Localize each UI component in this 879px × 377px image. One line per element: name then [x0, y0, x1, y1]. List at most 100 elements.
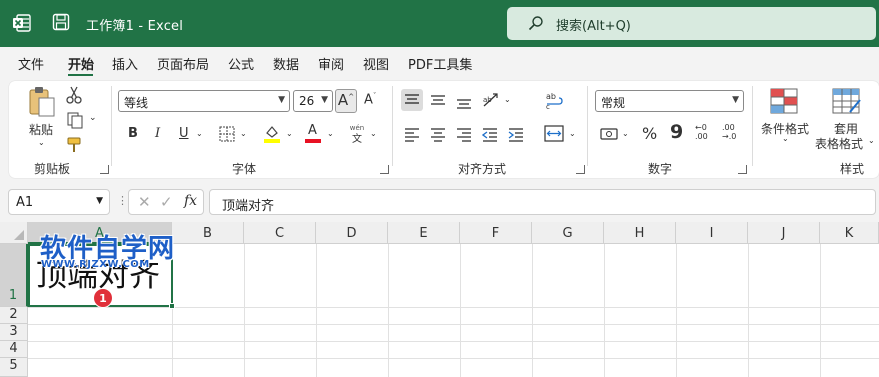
- column-header[interactable]: F: [460, 222, 532, 244]
- tab-page-layout[interactable]: 页面布局: [157, 54, 209, 73]
- column-header[interactable]: D: [316, 222, 388, 244]
- paste-label[interactable]: 粘贴: [29, 121, 53, 138]
- worksheet-grid[interactable]: A B C D E F G H I J K 1 2 3 4 5 顶端对齐 软件自…: [0, 222, 879, 377]
- column-header[interactable]: E: [388, 222, 460, 244]
- font-group-label: 字体: [232, 162, 257, 176]
- middle-align-icon[interactable]: [430, 92, 446, 108]
- bottom-align-icon[interactable]: [456, 94, 472, 110]
- align-right-icon[interactable]: [456, 126, 472, 142]
- underline-button[interactable]: U: [179, 126, 189, 141]
- accounting-format-icon[interactable]: [600, 126, 620, 142]
- column-header[interactable]: K: [820, 222, 879, 244]
- group-divider: [392, 86, 393, 166]
- alignment-launcher-icon[interactable]: [576, 165, 585, 174]
- row-header[interactable]: 3: [0, 324, 28, 341]
- column-header[interactable]: I: [676, 222, 748, 244]
- number-launcher-icon[interactable]: [738, 165, 747, 174]
- tab-review[interactable]: 审阅: [318, 54, 344, 73]
- font-color-dropdown-icon[interactable]: ⌄: [327, 129, 334, 138]
- fill-color-icon[interactable]: [263, 124, 281, 143]
- underline-dropdown-icon[interactable]: ⌄: [196, 129, 203, 138]
- borders-dropdown-icon[interactable]: ⌄: [240, 129, 247, 138]
- paste-dropdown-icon[interactable]: ⌄: [38, 138, 45, 147]
- percent-button[interactable]: %: [642, 124, 657, 143]
- tab-file[interactable]: 文件: [18, 54, 44, 73]
- column-header[interactable]: C: [244, 222, 316, 244]
- decrease-indent-icon[interactable]: [482, 126, 498, 142]
- orientation-icon[interactable]: ab: [482, 91, 500, 109]
- tab-insert[interactable]: 插入: [112, 54, 138, 73]
- formula-input[interactable]: 顶端对齐: [209, 189, 876, 215]
- step-badge: 1: [93, 288, 113, 308]
- align-left-icon[interactable]: [404, 126, 420, 142]
- select-all-button[interactable]: [0, 222, 28, 244]
- save-icon[interactable]: [52, 13, 70, 31]
- italic-button[interactable]: I: [155, 126, 160, 141]
- tab-view[interactable]: 视图: [363, 54, 389, 73]
- format-as-table-dropdown-icon[interactable]: ⌄: [868, 136, 875, 145]
- tab-home[interactable]: 开始: [68, 54, 94, 73]
- tab-data[interactable]: 数据: [273, 54, 299, 73]
- title-bar: 工作簿1 - Excel 搜索(Alt+Q): [0, 0, 879, 47]
- fill-color-dropdown-icon[interactable]: ⌄: [286, 129, 293, 138]
- orientation-dropdown-icon[interactable]: ⌄: [504, 95, 511, 104]
- clipboard-launcher-icon[interactable]: [100, 165, 109, 174]
- column-header[interactable]: J: [748, 222, 820, 244]
- wrap-text-icon[interactable]: ab c: [545, 90, 563, 110]
- row-header[interactable]: 2: [0, 307, 28, 324]
- borders-icon[interactable]: [219, 126, 235, 142]
- conditional-formatting-icon[interactable]: [770, 88, 798, 114]
- column-header[interactable]: H: [604, 222, 676, 244]
- alignment-group-label: 对齐方式: [458, 162, 507, 176]
- chevron-down-icon: ▼: [321, 95, 328, 105]
- phonetic-guide-icon[interactable]: wén 文: [349, 124, 365, 145]
- cancel-icon[interactable]: ✕: [138, 193, 151, 211]
- format-painter-icon[interactable]: [66, 136, 84, 154]
- top-align-icon[interactable]: [401, 89, 423, 111]
- align-center-icon[interactable]: [430, 126, 446, 142]
- enter-icon[interactable]: ✓: [160, 193, 173, 211]
- decrease-font-size-button[interactable]: Aˇ: [364, 92, 376, 107]
- comma-style-button[interactable]: 9: [670, 121, 683, 143]
- name-box[interactable]: A1 ▼: [8, 189, 110, 215]
- column-header[interactable]: B: [172, 222, 244, 244]
- fill-handle[interactable]: [169, 303, 175, 309]
- format-as-table-label-2[interactable]: 表格格式: [815, 135, 863, 152]
- accounting-dropdown-icon[interactable]: ⌄: [622, 129, 629, 138]
- watermark-url: WWW.RJZXW.COM: [41, 259, 150, 270]
- number-format-select[interactable]: 常规 ▼: [595, 90, 744, 112]
- increase-decimal-top: ←0: [695, 123, 707, 132]
- column-header[interactable]: G: [532, 222, 604, 244]
- conditional-formatting-dropdown-icon[interactable]: ⌄: [782, 134, 789, 143]
- increase-font-size-button[interactable]: A^: [335, 89, 357, 113]
- font-name-select[interactable]: 等线 ▼: [118, 90, 290, 112]
- group-divider: [587, 86, 588, 166]
- row-header[interactable]: 1: [0, 244, 28, 307]
- font-size-select[interactable]: 26 ▼: [293, 90, 333, 112]
- formula-buttons: ✕ ✓ fx: [128, 189, 204, 215]
- row-header[interactable]: 4: [0, 341, 28, 358]
- font-launcher-icon[interactable]: [380, 165, 389, 174]
- increase-decimal-button[interactable]: ←0 .00: [695, 123, 715, 145]
- cut-icon[interactable]: [66, 86, 82, 104]
- svg-text:ab: ab: [546, 92, 556, 101]
- phonetic-dropdown-icon[interactable]: ⌄: [370, 129, 377, 138]
- tab-formulas[interactable]: 公式: [228, 54, 254, 73]
- clipboard-group-label: 剪贴板: [34, 162, 71, 176]
- format-as-table-icon[interactable]: [832, 88, 862, 115]
- tab-pdf-tools[interactable]: PDF工具集: [408, 54, 472, 73]
- bold-button[interactable]: B: [128, 126, 138, 141]
- more-options-icon[interactable]: ⋮: [117, 194, 128, 207]
- merge-center-icon[interactable]: [544, 125, 564, 142]
- decrease-decimal-button[interactable]: .00 →.0: [722, 123, 742, 145]
- search-box[interactable]: 搜索(Alt+Q): [507, 7, 876, 40]
- row-header[interactable]: 5: [0, 358, 28, 377]
- copy-icon[interactable]: [66, 111, 84, 129]
- increase-indent-icon[interactable]: [508, 126, 524, 142]
- insert-function-button[interactable]: fx: [184, 193, 197, 209]
- font-color-icon[interactable]: A: [305, 123, 321, 143]
- excel-logo-icon: [13, 14, 31, 32]
- copy-dropdown-icon[interactable]: ⌄: [89, 113, 97, 123]
- paste-icon[interactable]: [27, 86, 57, 118]
- merge-dropdown-icon[interactable]: ⌄: [569, 129, 576, 138]
